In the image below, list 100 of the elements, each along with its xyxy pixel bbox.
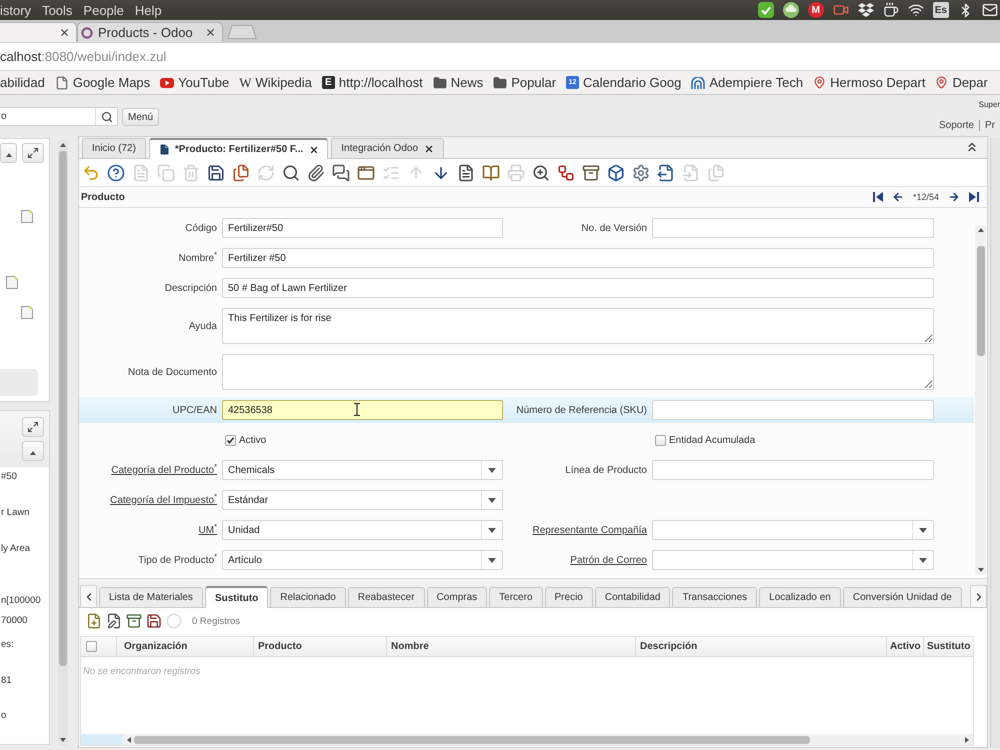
note-icon[interactable] <box>6 276 18 289</box>
diamonds-icon[interactable] <box>858 3 874 17</box>
window-icon[interactable] <box>357 164 375 182</box>
arrow-left-icon[interactable] <box>892 191 904 203</box>
bookmark[interactable]: W Wikipedia <box>239 74 312 90</box>
cube-icon[interactable] <box>607 164 625 182</box>
detail-tab[interactable]: Compras <box>426 587 488 607</box>
field-label[interactable]: Representante Compañía <box>508 524 647 536</box>
menu-item[interactable]: Tools <box>42 2 72 18</box>
chat-icon[interactable] <box>332 164 350 182</box>
detail-tab[interactable]: Contabilidad <box>594 587 670 607</box>
checkbox[interactable] <box>225 434 236 446</box>
column-header[interactable]: Sustituto <box>923 637 973 656</box>
workflow-icon[interactable] <box>557 164 575 182</box>
bookmark[interactable]: Adempiere Tech <box>691 75 804 90</box>
dropdown-field[interactable] <box>652 520 934 540</box>
tray-letter-badge[interactable]: M <box>808 2 824 18</box>
collapse-button[interactable] <box>22 441 44 461</box>
mail-icon[interactable] <box>982 2 998 18</box>
header-link[interactable]: Soporte <box>934 120 979 131</box>
column-header[interactable]: Producto <box>253 637 386 656</box>
checkbox[interactable] <box>655 434 666 446</box>
save-icon[interactable] <box>146 613 162 629</box>
header-link[interactable]: Pr <box>979 120 1000 131</box>
new-document-icon[interactable] <box>86 613 102 629</box>
dropdown-field[interactable]: Estándar <box>222 490 503 510</box>
check-badge-icon[interactable] <box>758 2 774 18</box>
detail-tab[interactable]: Tercero <box>489 587 543 607</box>
field-label[interactable]: UM$^{*}$ <box>80 524 217 536</box>
archive-icon[interactable] <box>126 613 142 629</box>
first-record-icon[interactable] <box>872 192 883 202</box>
detail-tab[interactable]: Reabastecer <box>348 587 425 607</box>
close-icon[interactable] <box>309 144 320 154</box>
arrow-right-icon[interactable] <box>948 191 960 203</box>
last-record-icon[interactable] <box>969 192 979 202</box>
text-field[interactable] <box>652 400 934 420</box>
cup-icon[interactable] <box>882 2 899 18</box>
bookmark[interactable]: Popular <box>493 75 556 90</box>
scroll-left-button[interactable] <box>80 585 97 607</box>
text-field[interactable]: Fertilizer#50 <box>222 218 503 238</box>
document-icon[interactable] <box>457 164 475 182</box>
detail-tab[interactable]: Sustituto <box>204 586 268 608</box>
bookmark[interactable]: E http://localhost <box>322 75 423 90</box>
dropdown-field[interactable]: Unidad <box>222 520 503 540</box>
field-label[interactable]: Categoría del Producto$^{*}$ <box>80 464 217 476</box>
text-field[interactable]: 50 # Bag of Lawn Fertilizer <box>222 278 934 298</box>
keyboard-layout-indicator[interactable]: Es <box>932 2 949 18</box>
export-icon[interactable] <box>657 164 675 182</box>
close-icon[interactable] <box>59 27 70 38</box>
search-icon[interactable] <box>282 164 300 182</box>
column-header[interactable]: Nombre <box>386 637 635 656</box>
menu-item[interactable]: Help <box>134 2 162 18</box>
files-icon[interactable] <box>232 164 250 182</box>
select-all-checkbox[interactable] <box>86 641 97 652</box>
window-tab[interactable]: Integración Odoo <box>331 138 444 158</box>
detail-tab[interactable]: Lista de Materiales <box>99 587 203 607</box>
text-field[interactable] <box>652 460 934 480</box>
cloud-icon[interactable] <box>782 2 799 18</box>
scroll-right-button[interactable] <box>970 585 987 607</box>
vertical-scrollbar[interactable] <box>975 225 986 575</box>
dropdown-field[interactable] <box>652 550 934 570</box>
menu-item[interactable]: istory <box>0 2 32 18</box>
window-tab[interactable]: Inicio (72) <box>82 138 146 158</box>
browser-tab[interactable]: Products - Odoo <box>77 22 223 42</box>
bookmark[interactable]: Google Maps <box>54 75 150 90</box>
wifi-icon[interactable] <box>908 2 924 18</box>
search-field[interactable]: o <box>0 107 118 126</box>
paperclip-icon[interactable] <box>307 164 325 182</box>
edit-icon[interactable] <box>106 613 122 629</box>
menu-item[interactable]: People <box>83 2 124 18</box>
bookmark[interactable]: News <box>432 75 484 90</box>
expand-button[interactable] <box>22 143 44 163</box>
close-icon[interactable] <box>424 144 434 154</box>
save-icon[interactable] <box>207 164 225 182</box>
column-header[interactable]: Organización <box>116 637 253 656</box>
dropdown-field[interactable]: Artículo <box>222 550 503 570</box>
collapse-button[interactable] <box>0 143 17 163</box>
window-tab[interactable]: *Producto: Fertilizer#50 F... <box>148 138 328 159</box>
column-header[interactable]: Activo <box>886 637 923 656</box>
note-icon[interactable] <box>21 306 33 319</box>
text-field[interactable]: Fertilizer #50 <box>222 248 934 268</box>
archive-icon[interactable] <box>582 164 600 182</box>
close-icon[interactable] <box>205 27 216 38</box>
expand-button[interactable] <box>22 417 44 437</box>
menu-button[interactable]: Menú <box>122 108 160 126</box>
field-label[interactable]: Categoría del Impuesto$^{*}$ <box>80 494 217 506</box>
help-icon[interactable] <box>107 164 125 182</box>
dropdown-field[interactable]: Chemicals <box>222 460 503 480</box>
horizontal-scrollbar[interactable] <box>81 734 973 745</box>
detail-tab[interactable]: Localizado en <box>759 587 841 607</box>
detail-tab[interactable]: Relacionado <box>270 587 346 607</box>
settings-icon[interactable] <box>632 164 650 182</box>
bookmark[interactable]: YouTube <box>160 75 230 90</box>
column-header[interactable]: Descripción <box>635 637 886 656</box>
detail-tab[interactable]: Transacciones <box>672 587 758 607</box>
bookmark[interactable]: abilidad <box>0 75 45 90</box>
bookmark[interactable]: Hermoso Depart <box>813 75 926 90</box>
book-icon[interactable] <box>482 164 500 182</box>
note-icon[interactable] <box>21 210 33 223</box>
bookmark[interactable]: Depar <box>935 75 988 90</box>
